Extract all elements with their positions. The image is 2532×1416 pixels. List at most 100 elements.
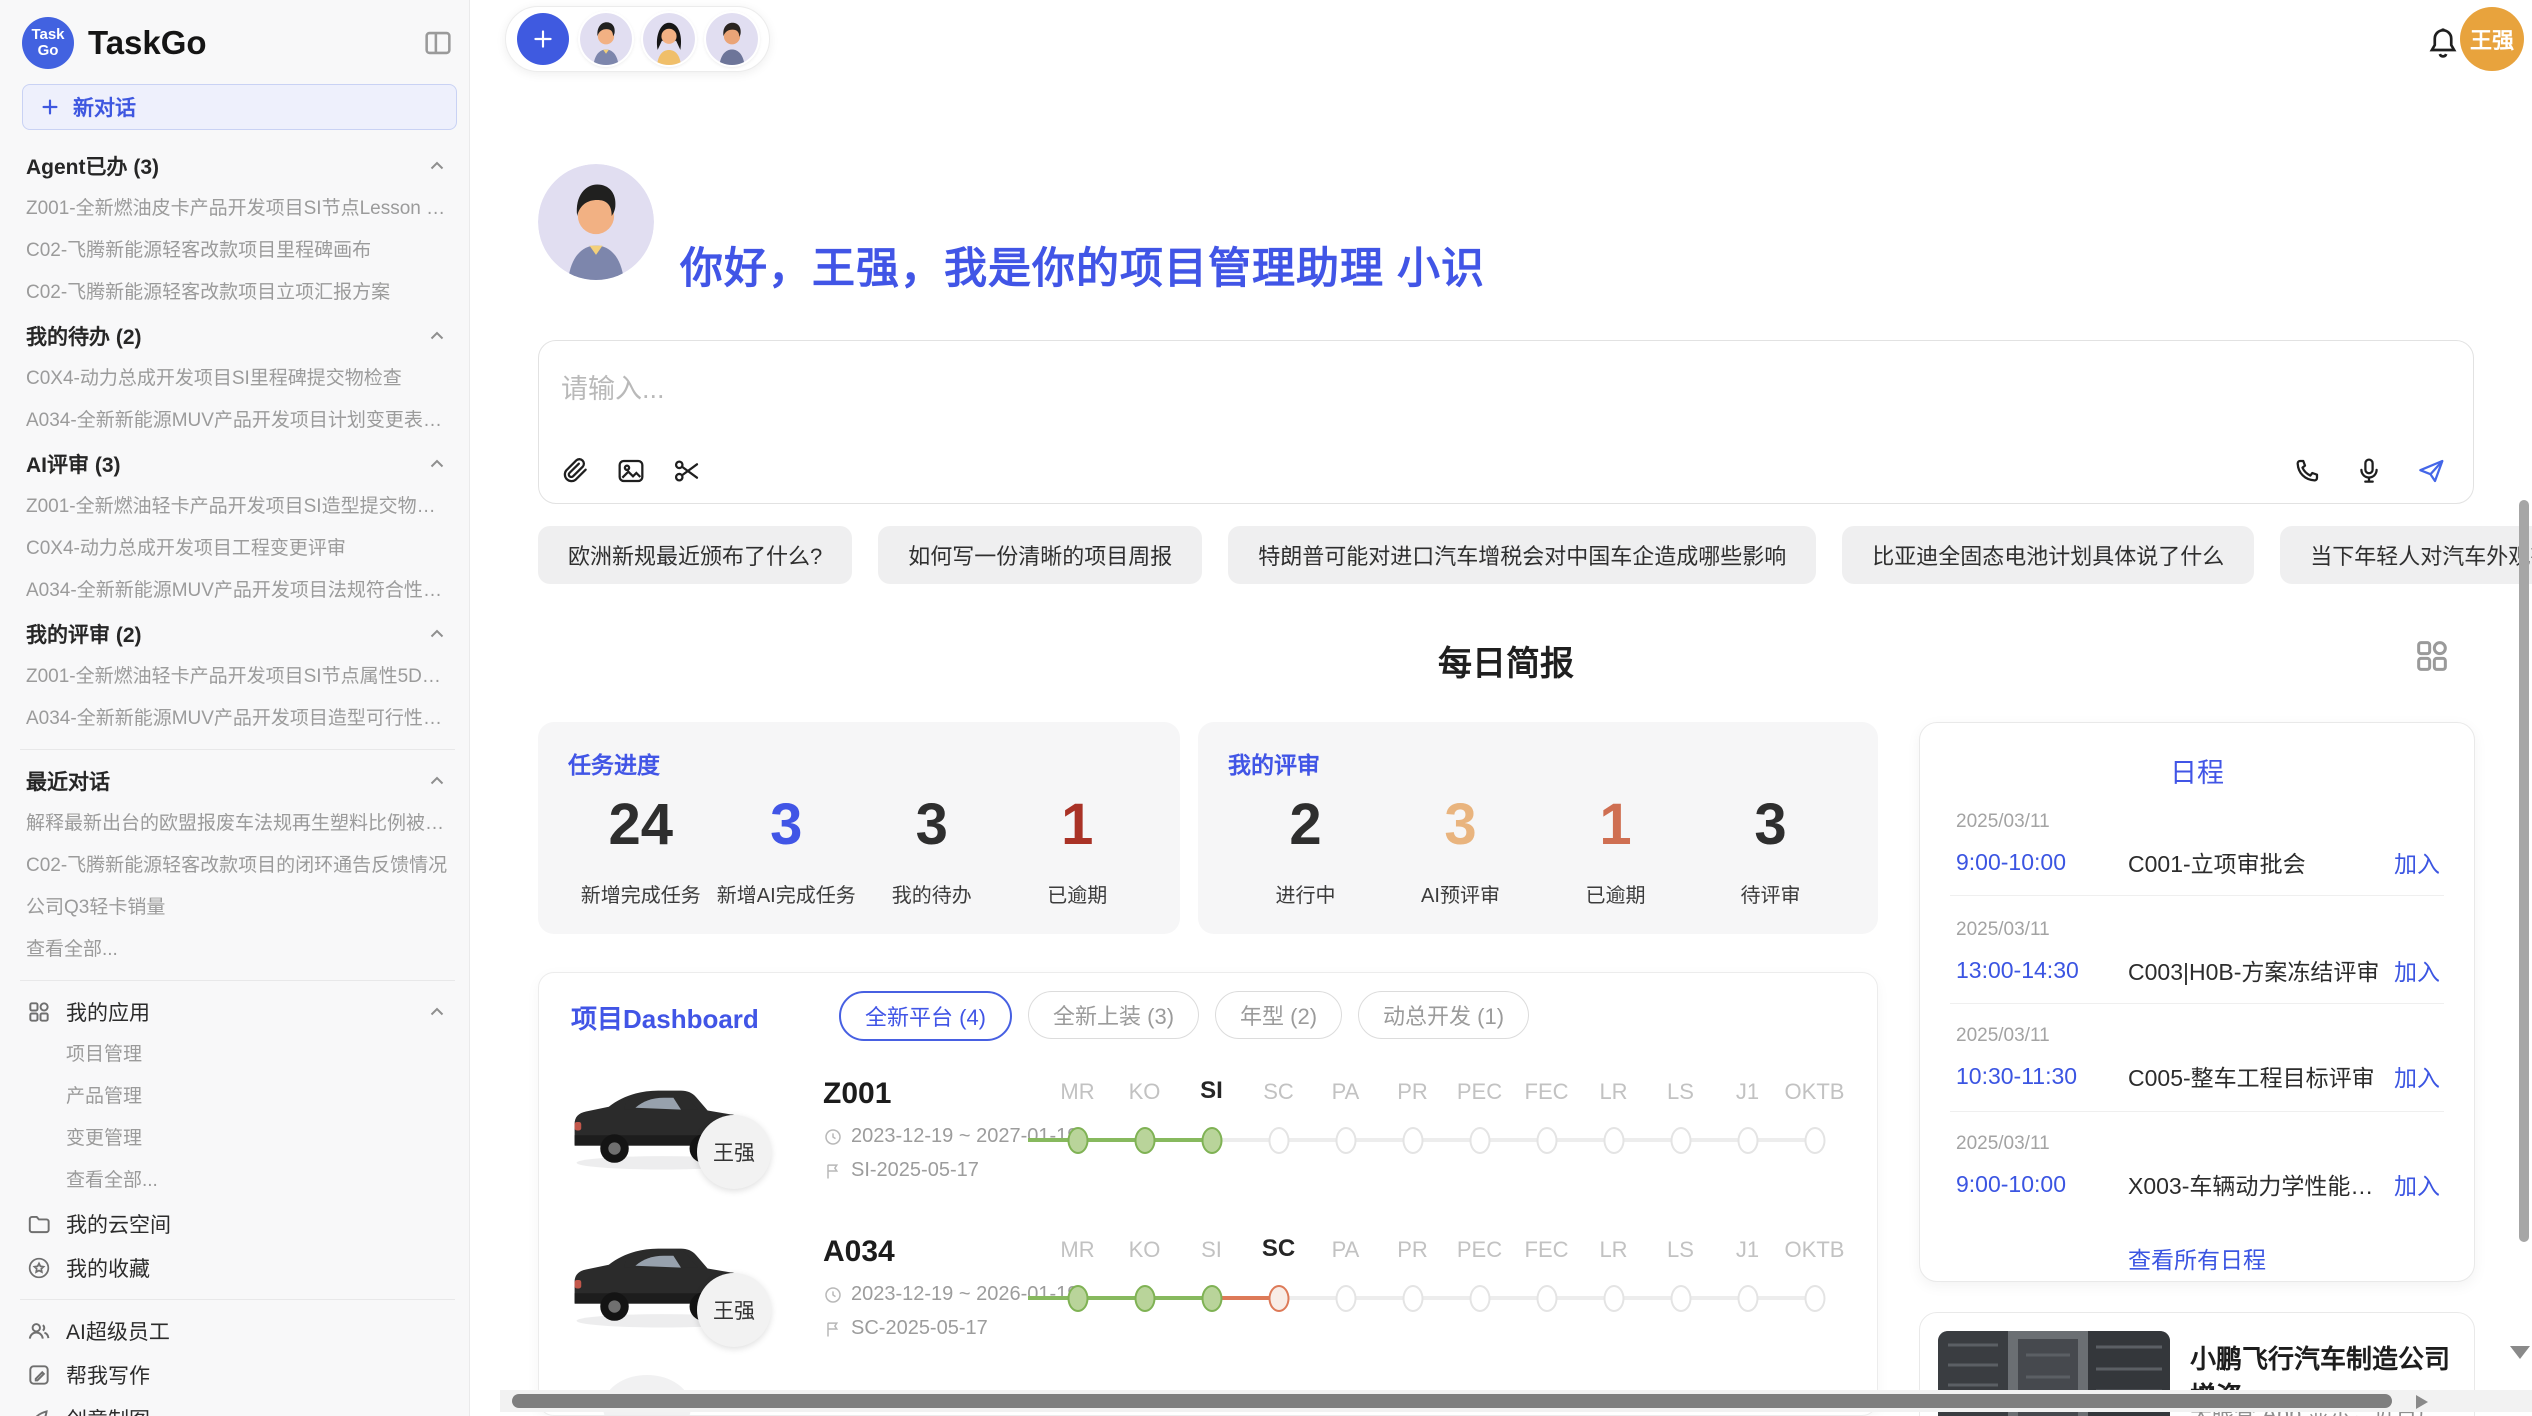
event-title: C001-立项审批会 (2128, 845, 2382, 879)
agent-avatar-1[interactable] (580, 13, 632, 65)
microphone-icon[interactable] (2353, 455, 2385, 487)
schedule-card: 日程 2025/03/11 9:00-10:00 C001-立项审批会 加入 2… (1919, 722, 2475, 1282)
sidebar-task-item[interactable]: C0X4-动力总成开发项目SI里程碑提交物检查 (20, 358, 455, 400)
filter-new-body[interactable]: 全新上装 (3) (1028, 991, 1199, 1039)
user-avatar[interactable]: 王强 (2460, 7, 2524, 71)
my-review-card: 我的评审 2进行中 3AI预评审 1已逾期 3待评审 (1198, 722, 1878, 934)
sidebar-item-ai-staff[interactable]: AI超级员工 (20, 1309, 455, 1353)
app-root: Task Go TaskGo 新对话 Agent已办 (3) Z001-全新燃油… (0, 0, 2532, 1416)
sidebar-item-my-apps[interactable]: 我的应用 (20, 990, 455, 1034)
event-title: X003-车辆动力学性能验... (2128, 1167, 2382, 1201)
sidebar-task-item[interactable]: C0X4-动力总成开发项目工程变更评审 (20, 528, 455, 570)
milestone-node (1737, 1285, 1758, 1312)
add-agent-button[interactable] (517, 13, 569, 65)
scroll-down-arrow-icon[interactable] (2510, 1346, 2530, 1359)
sidebar-task-item[interactable]: Z001-全新燃油轻卡产品开发项目SI节点属性5D文件评审 (20, 656, 455, 698)
scissors-icon[interactable] (671, 455, 703, 487)
project-row-a034[interactable]: 王强 A034 2023-12-19 ~ 2026-01-19 SC-2025-… (539, 1219, 1877, 1369)
scroll-right-arrow-icon[interactable] (2416, 1395, 2428, 1409)
briefing-title: 每日简报 (538, 636, 2474, 685)
plus-icon (39, 96, 61, 118)
milestone-node (1737, 1127, 1758, 1154)
section-header-my-todo[interactable]: 我的待办 (2) (20, 314, 455, 358)
chevron-up-icon[interactable] (425, 1000, 449, 1024)
vertical-scrollbar-thumb[interactable] (2519, 500, 2529, 1242)
suggestion-chip[interactable]: 欧洲新规最近颁布了什么? (538, 526, 852, 584)
sidebar-item-my-cloud[interactable]: 我的云空间 (20, 1202, 455, 1246)
recent-view-all-link[interactable]: 查看全部... (20, 929, 455, 971)
chevron-up-icon[interactable] (425, 324, 449, 348)
chevron-up-icon[interactable] (425, 769, 449, 793)
milestone-node (1201, 1285, 1222, 1312)
suggestion-chip[interactable]: 特朗普可能对进口汽车增税会对中国车企造成哪些影响 (1228, 526, 1816, 584)
sidebar-task-item[interactable]: A034-全新新能源MUV产品开发项目计划变更表编写 (20, 400, 455, 442)
flag-icon (823, 1319, 843, 1339)
new-chat-button[interactable]: 新对话 (22, 84, 457, 130)
sidebar-item-project-mgmt[interactable]: 项目管理 (20, 1034, 455, 1076)
clock-icon (823, 1127, 843, 1147)
section-header-agent-done[interactable]: Agent已办 (3) (20, 144, 455, 188)
sidebar-task-item[interactable]: Z001-全新燃油皮卡产品开发项目SI节点Lesson Learn报告 (20, 188, 455, 230)
project-row-z001[interactable]: 王强 Z001 2023-12-19 ~ 2027-01-19 SI-2025-… (539, 1061, 1877, 1211)
milestone-node (1469, 1285, 1490, 1312)
sidebar-task-item[interactable]: Z001-全新燃油轻卡产品开发项目SI造型提交物评审 (20, 486, 455, 528)
apps-view-all-link[interactable]: 查看全部... (20, 1160, 455, 1202)
sidebar-item-my-favorites[interactable]: 我的收藏 (20, 1246, 455, 1290)
view-all-schedule-link[interactable]: 查看所有日程 (1920, 1241, 2474, 1275)
filter-powertrain[interactable]: 动总开发 (1) (1358, 991, 1529, 1039)
sidebar-task-item[interactable]: C02-飞腾新能源轻客改款项目立项汇报方案 (20, 272, 455, 314)
recent-chat-item[interactable]: C02-飞腾新能源轻客改款项目的闭环通告反馈情况 (20, 845, 455, 887)
section-header-ai-review[interactable]: AI评审 (3) (20, 442, 455, 486)
sidebar-item-help-write[interactable]: 帮我写作 (20, 1353, 455, 1397)
filter-model-year[interactable]: 年型 (2) (1215, 991, 1342, 1039)
milestone-pec: PEC (1446, 1233, 1513, 1349)
phone-icon[interactable] (2291, 455, 2323, 487)
milestone-fec: FEC (1513, 1075, 1580, 1191)
milestone-lr: LR (1580, 1233, 1647, 1349)
recent-chat-item[interactable]: 公司Q3轻卡销量 (20, 887, 455, 929)
event-join-link[interactable]: 加入 (2394, 845, 2440, 879)
sidebar-collapse-button[interactable] (421, 26, 455, 60)
chevron-up-icon[interactable] (425, 622, 449, 646)
send-icon[interactable] (2415, 455, 2447, 487)
section-header-recent-chats[interactable]: 最近对话 (20, 759, 455, 803)
filter-new-platform[interactable]: 全新平台 (4) (839, 991, 1012, 1041)
horizontal-scrollbar-thumb[interactable] (512, 1394, 2392, 1408)
event-join-link[interactable]: 加入 (2394, 953, 2440, 987)
sidebar-item-creative-draw[interactable]: 创意制图 (20, 1397, 455, 1416)
help-write-label: 帮我写作 (66, 1360, 150, 1390)
project-owner-badge: 王强 (697, 1115, 771, 1189)
image-icon[interactable] (615, 455, 647, 487)
suggestion-chip[interactable]: 如何写一份清晰的项目周报 (878, 526, 1202, 584)
event-join-link[interactable]: 加入 (2394, 1059, 2440, 1093)
chevron-up-icon[interactable] (425, 452, 449, 476)
suggestion-chip[interactable]: 比亚迪全固态电池计划具体说了什么 (1842, 526, 2254, 584)
briefing-grid-icon[interactable] (2412, 636, 2452, 676)
recent-chat-item[interactable]: 解释最新出台的欧盟报废车法规再生塑料比例被调至15%... (20, 803, 455, 845)
user-avatar-label: 王强 (2470, 23, 2514, 55)
milestone-node (1603, 1127, 1624, 1154)
milestone-pr: PR (1379, 1075, 1446, 1191)
agent-avatar-3[interactable] (706, 13, 758, 65)
agent-avatar-2[interactable] (643, 13, 695, 65)
section-label: 我的评审 (2) (26, 619, 142, 649)
sidebar-item-product-mgmt[interactable]: 产品管理 (20, 1076, 455, 1118)
event-join-link[interactable]: 加入 (2394, 1167, 2440, 1201)
milestone-node (1268, 1127, 1289, 1154)
my-apps-label: 我的应用 (66, 997, 150, 1027)
suggestion-chip[interactable]: 当下年轻人对汽车外观有怎样的喜好趋势 (2280, 526, 2532, 584)
chat-input[interactable] (559, 363, 2263, 415)
stat-ai-prereview: 3AI预评审 (1383, 792, 1538, 908)
section-header-my-review[interactable]: 我的评审 (2) (20, 612, 455, 656)
attachment-icon[interactable] (559, 455, 591, 487)
ai-staff-label: AI超级员工 (66, 1316, 170, 1346)
bell-icon[interactable] (2424, 24, 2462, 62)
sidebar-task-item[interactable]: C02-飞腾新能源轻客改款项目里程碑画布 (20, 230, 455, 272)
my-review-stats: 2进行中 3AI预评审 1已逾期 3待评审 (1228, 792, 1848, 908)
section-label: 我的待办 (2) (26, 321, 142, 351)
milestone-node (1134, 1285, 1155, 1312)
sidebar-task-item[interactable]: A034-全新新能源MUV产品开发项目法规符合性评审 (20, 570, 455, 612)
chevron-up-icon[interactable] (425, 154, 449, 178)
sidebar-task-item[interactable]: A034-全新新能源MUV产品开发项目造型可行性评审 (20, 698, 455, 740)
sidebar-item-change-mgmt[interactable]: 变更管理 (20, 1118, 455, 1160)
